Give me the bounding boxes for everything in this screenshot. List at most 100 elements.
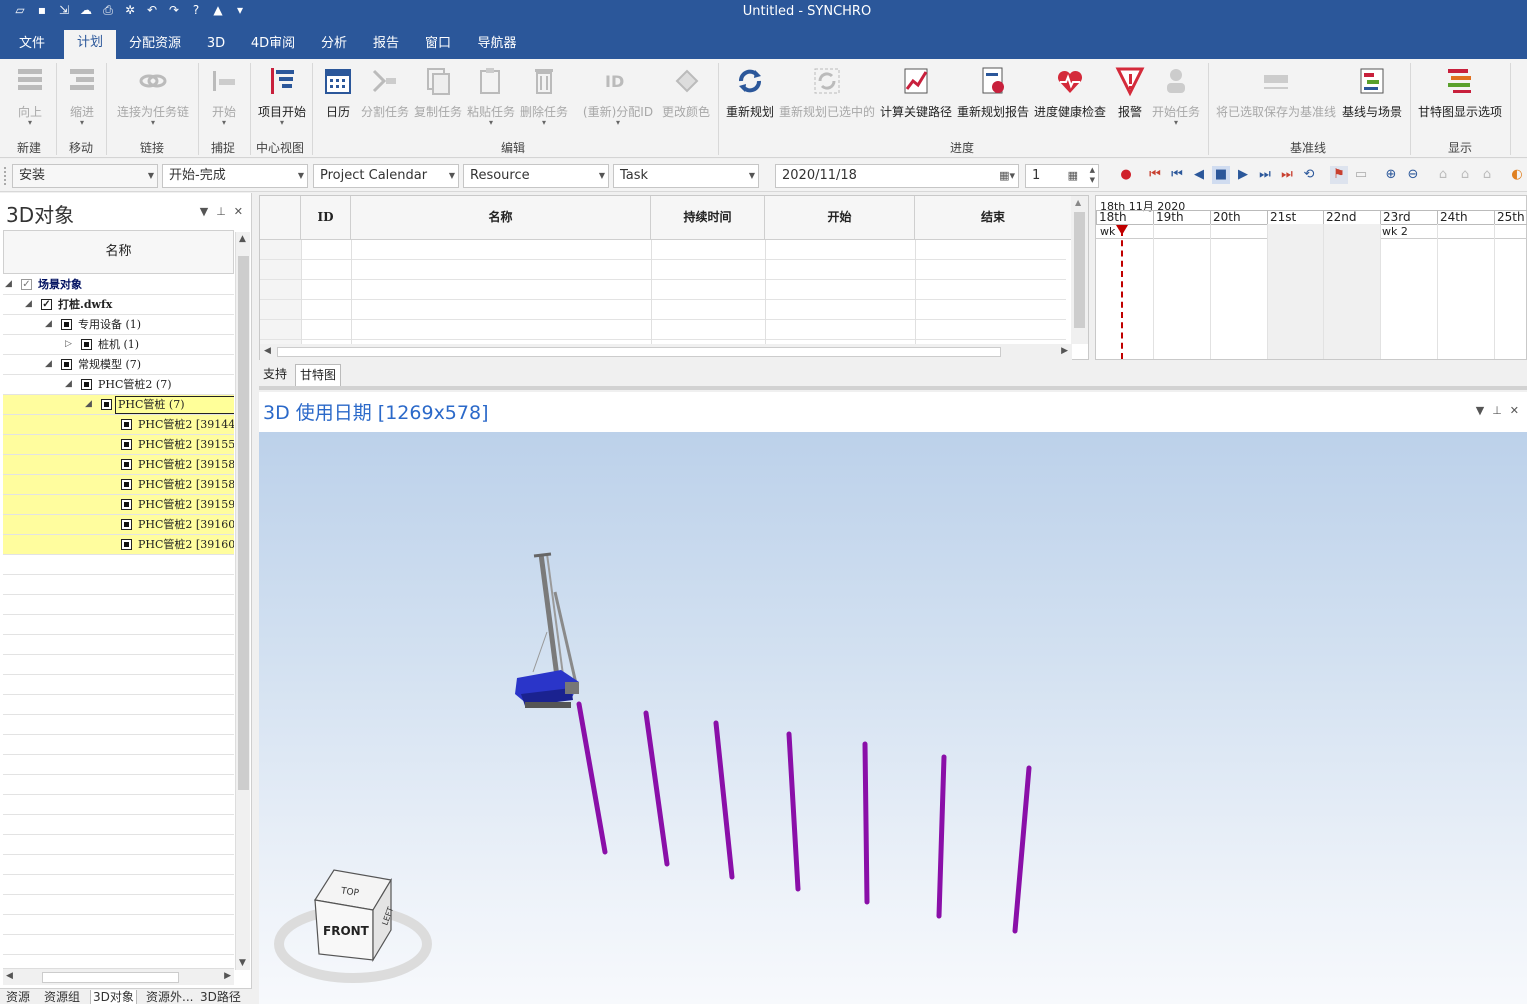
table-row[interactable]: [260, 260, 1066, 280]
scroll-left-icon[interactable]: ◀: [264, 346, 271, 356]
tree-leaf-pile[interactable]: PHC管桩2 [391600: [3, 515, 234, 535]
phc-pile[interactable]: [786, 731, 801, 892]
checkbox[interactable]: [101, 399, 112, 410]
checkbox[interactable]: [121, 459, 132, 470]
checkbox[interactable]: ✓: [21, 279, 32, 290]
critical-path-button[interactable]: 计算关键路径: [878, 65, 954, 120]
scroll-up-icon[interactable]: ▲: [239, 234, 246, 244]
tab-support[interactable]: 支持: [259, 364, 291, 386]
phc-pile[interactable]: [643, 710, 670, 867]
gantt-display-options-button[interactable]: 甘特图显示选项: [1416, 65, 1504, 120]
step-back-icon[interactable]: ⏮: [1168, 166, 1186, 184]
project-start-button[interactable]: 项目开始 ▾: [256, 65, 308, 127]
tree-node-phc-pile-group[interactable]: ◢ PHC管桩 (7): [3, 395, 234, 415]
link-task-chain-button[interactable]: 连接为任务链 ▾: [114, 65, 192, 127]
column-header-name[interactable]: 名称: [351, 196, 651, 240]
tree-node-general-models[interactable]: ◢ 常规模型 (7): [3, 355, 234, 375]
pin-icon[interactable]: ⊥: [1492, 404, 1502, 417]
scroll-thumb[interactable]: [277, 347, 1001, 357]
tree-node-file[interactable]: ◢ ✓ 打桩.dwfx: [3, 295, 234, 315]
flag-marker-icon[interactable]: ⚑: [1330, 166, 1348, 184]
zoom-in-time-icon[interactable]: ⊕: [1382, 166, 1400, 184]
reassign-id-button[interactable]: ID (重新)分配ID ▾: [578, 65, 658, 127]
checkbox[interactable]: [121, 479, 132, 490]
tab-window[interactable]: 窗口: [416, 32, 460, 59]
reschedule-report-button[interactable]: 重新规划报告: [956, 65, 1030, 120]
panel-menu-icon[interactable]: ▼: [1476, 404, 1484, 417]
table-row[interactable]: [260, 320, 1066, 340]
tree-leaf-pile[interactable]: PHC管桩2 [391555: [3, 435, 234, 455]
tree-leaf-pile[interactable]: PHC管桩2 [391606: [3, 535, 234, 555]
tree-leaf-pile[interactable]: PHC管桩2 [391588: [3, 475, 234, 495]
collapse-arrow-icon[interactable]: ◢: [5, 275, 15, 294]
table-row[interactable]: [260, 300, 1066, 320]
3d-viewport[interactable]: TOP FRONT LEFT: [259, 432, 1527, 1004]
go-to-end-icon[interactable]: ⏭: [1278, 166, 1296, 184]
scroll-down-icon[interactable]: ▼: [239, 958, 246, 968]
row-selector-header[interactable]: [260, 196, 301, 240]
camera-remove-icon[interactable]: ⌂: [1478, 166, 1496, 184]
checkbox[interactable]: [81, 339, 92, 350]
delete-task-button[interactable]: 删除任务 ▾: [518, 65, 570, 127]
task-type-select[interactable]: Task ▼: [613, 164, 759, 188]
close-icon[interactable]: ✕: [234, 205, 243, 218]
expand-arrow-icon[interactable]: ▷: [65, 335, 75, 354]
tab-analysis[interactable]: 分析: [312, 32, 356, 59]
column-header-id[interactable]: ID: [301, 196, 351, 240]
alert-button[interactable]: 报警: [1112, 65, 1148, 120]
name-column-header[interactable]: 名称: [3, 230, 234, 274]
record-icon[interactable]: ●: [1117, 166, 1135, 184]
split-task-button[interactable]: 分割任务: [360, 65, 410, 120]
pin-icon[interactable]: ⊥: [216, 205, 226, 218]
checkbox[interactable]: [121, 499, 132, 510]
close-icon[interactable]: ✕: [1510, 404, 1519, 417]
pile-driver-rig[interactable]: [515, 552, 579, 708]
tab-plan[interactable]: 计划: [64, 30, 116, 59]
play-icon[interactable]: ▶: [1234, 166, 1252, 184]
collapse-arrow-icon[interactable]: ◢: [45, 315, 55, 334]
tab-report[interactable]: 报告: [364, 32, 408, 59]
splitter[interactable]: [259, 386, 1527, 390]
table-vertical-scrollbar[interactable]: ▲: [1071, 196, 1088, 344]
checkbox[interactable]: ✓: [41, 299, 52, 310]
tab-resources[interactable]: 资源: [6, 990, 30, 1004]
scroll-left-icon[interactable]: ◀: [6, 971, 13, 981]
tree-leaf-pile[interactable]: PHC管桩2 [391582: [3, 455, 234, 475]
column-header-start[interactable]: 开始: [765, 196, 915, 240]
table-horizontal-scrollbar[interactable]: ◀ ▶: [260, 344, 1072, 360]
appearance-icon[interactable]: ◐: [1508, 166, 1526, 184]
column-header-finish[interactable]: 结束: [915, 196, 1072, 240]
step-spinner[interactable]: 1 ▦ ▲ ▼: [1025, 164, 1099, 188]
collapse-arrow-icon[interactable]: ◢: [85, 395, 95, 414]
tab-navigator[interactable]: 导航器: [470, 32, 524, 59]
tree-leaf-pile[interactable]: PHC管桩2 [391443: [3, 415, 234, 435]
tab-assign-resources[interactable]: 分配资源: [124, 32, 186, 59]
tab-3d-objects[interactable]: 3D对象: [90, 990, 137, 1004]
go-to-start-icon[interactable]: ⏮: [1146, 166, 1164, 184]
table-row[interactable]: [260, 240, 1066, 260]
phc-pile[interactable]: [1012, 765, 1032, 934]
checkbox[interactable]: [61, 319, 72, 330]
collapse-arrow-icon[interactable]: ◢: [45, 355, 55, 374]
camera-edit-icon[interactable]: ⌂: [1456, 166, 1474, 184]
checkbox[interactable]: [121, 419, 132, 430]
reschedule-button[interactable]: 重新规划: [724, 65, 776, 120]
navigation-cube[interactable]: TOP FRONT LEFT: [274, 869, 432, 983]
focus-time-line[interactable]: [1121, 230, 1123, 359]
checkbox[interactable]: [121, 519, 132, 530]
stop-icon[interactable]: ■: [1212, 166, 1230, 184]
play-reverse-icon[interactable]: ◀: [1190, 166, 1208, 184]
checkbox[interactable]: [61, 359, 72, 370]
phc-pile[interactable]: [936, 754, 947, 919]
start-snap-button[interactable]: 开始 ▾: [206, 65, 242, 127]
table-row[interactable]: [260, 280, 1066, 300]
reschedule-selected-button[interactable]: 重新规划已选中的: [778, 65, 876, 120]
tree-vertical-scrollbar[interactable]: ▲ ▼: [235, 232, 250, 970]
checkbox[interactable]: [121, 539, 132, 550]
tree-node-pile-rig[interactable]: ▷ 桩机 (1): [3, 335, 234, 355]
paste-task-button[interactable]: 粘贴任务 ▾: [465, 65, 517, 127]
calendar-button[interactable]: 日历: [320, 65, 356, 120]
tab-gantt[interactable]: 甘特图: [295, 364, 342, 386]
start-task-button[interactable]: 开始任务 ▾: [1150, 65, 1202, 127]
zoom-out-time-icon[interactable]: ⊖: [1404, 166, 1422, 184]
